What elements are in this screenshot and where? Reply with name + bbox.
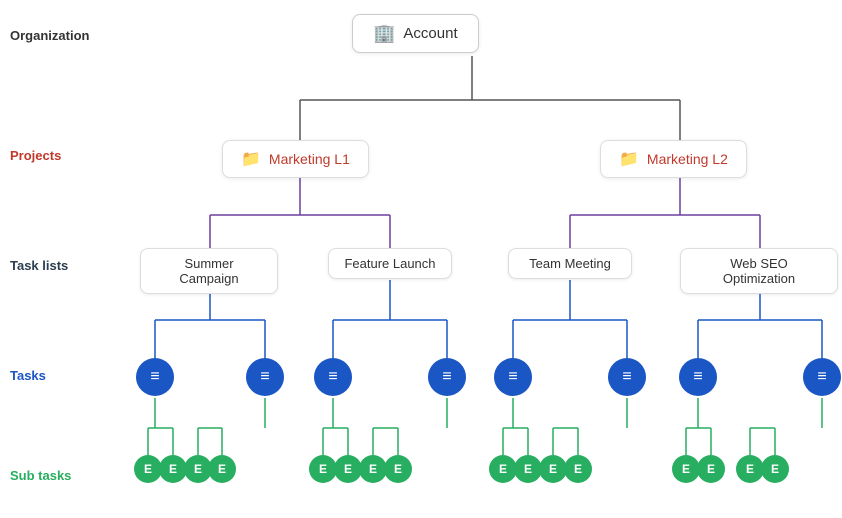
tasklist-ws[interactable]: Web SEO Optimization [680, 248, 838, 294]
account-label: Account [403, 25, 457, 42]
folder-icon-ml1: 📁 [241, 149, 261, 169]
folder-icon-ml2: 📁 [619, 149, 639, 169]
subtask-15[interactable]: E [736, 455, 764, 483]
subtask-icon-11: E [549, 462, 557, 476]
building-icon: 🏢 [373, 23, 395, 44]
subtask-2[interactable]: E [159, 455, 187, 483]
task-5[interactable]: ≡ [494, 358, 532, 396]
project-ml2[interactable]: 📁 Marketing L2 [600, 140, 747, 178]
task-list-icon-8: ≡ [817, 368, 826, 386]
project-ml2-label: Marketing L2 [647, 151, 728, 167]
project-ml1-label: Marketing L1 [269, 151, 350, 167]
subtask-icon-1: E [144, 462, 152, 476]
subtask-icon-15: E [746, 462, 754, 476]
subtasks-label: Sub tasks [10, 468, 71, 483]
task-list-icon-7: ≡ [693, 368, 702, 386]
subtask-icon-2: E [169, 462, 177, 476]
task-4[interactable]: ≡ [428, 358, 466, 396]
task-list-icon-2: ≡ [260, 368, 269, 386]
task-6[interactable]: ≡ [608, 358, 646, 396]
tasklist-fl-label: Feature Launch [344, 256, 435, 271]
task-1[interactable]: ≡ [136, 358, 174, 396]
tasklist-tm[interactable]: Team Meeting [508, 248, 632, 279]
subtask-7[interactable]: E [359, 455, 387, 483]
subtask-icon-16: E [771, 462, 779, 476]
task-list-icon-1: ≡ [150, 368, 159, 386]
subtask-4[interactable]: E [208, 455, 236, 483]
subtask-1[interactable]: E [134, 455, 162, 483]
task-8[interactable]: ≡ [803, 358, 841, 396]
task-list-icon-5: ≡ [508, 368, 517, 386]
subtask-8[interactable]: E [384, 455, 412, 483]
subtask-12[interactable]: E [564, 455, 592, 483]
subtask-14[interactable]: E [697, 455, 725, 483]
task-7[interactable]: ≡ [679, 358, 717, 396]
subtask-9[interactable]: E [489, 455, 517, 483]
subtask-icon-13: E [682, 462, 690, 476]
subtask-5[interactable]: E [309, 455, 337, 483]
subtask-icon-7: E [369, 462, 377, 476]
project-ml1[interactable]: 📁 Marketing L1 [222, 140, 369, 178]
diagram: Organization Projects Task lists Tasks S… [0, 0, 842, 518]
tasklist-fl[interactable]: Feature Launch [328, 248, 452, 279]
org-label: Organization [10, 28, 89, 43]
subtask-icon-6: E [344, 462, 352, 476]
task-3[interactable]: ≡ [314, 358, 352, 396]
subtask-11[interactable]: E [539, 455, 567, 483]
projects-label: Projects [10, 148, 61, 163]
tasklist-tm-label: Team Meeting [529, 256, 611, 271]
account-node[interactable]: 🏢 Account [352, 14, 479, 53]
subtask-13[interactable]: E [672, 455, 700, 483]
subtask-16[interactable]: E [761, 455, 789, 483]
subtask-icon-10: E [524, 462, 532, 476]
subtask-icon-14: E [707, 462, 715, 476]
tasklists-label: Task lists [10, 258, 68, 273]
subtask-10[interactable]: E [514, 455, 542, 483]
subtask-icon-4: E [218, 462, 226, 476]
task-list-icon-6: ≡ [622, 368, 631, 386]
subtask-icon-5: E [319, 462, 327, 476]
task-list-icon-4: ≡ [442, 368, 451, 386]
subtask-icon-12: E [574, 462, 582, 476]
subtask-icon-8: E [394, 462, 402, 476]
tasklist-sc[interactable]: Summer Campaign [140, 248, 278, 294]
task-list-icon-3: ≡ [328, 368, 337, 386]
subtask-6[interactable]: E [334, 455, 362, 483]
subtask-icon-3: E [194, 462, 202, 476]
task-2[interactable]: ≡ [246, 358, 284, 396]
subtask-icon-9: E [499, 462, 507, 476]
tasks-label: Tasks [10, 368, 46, 383]
tasklist-ws-label: Web SEO Optimization [723, 256, 795, 286]
tasklist-sc-label: Summer Campaign [179, 256, 238, 286]
